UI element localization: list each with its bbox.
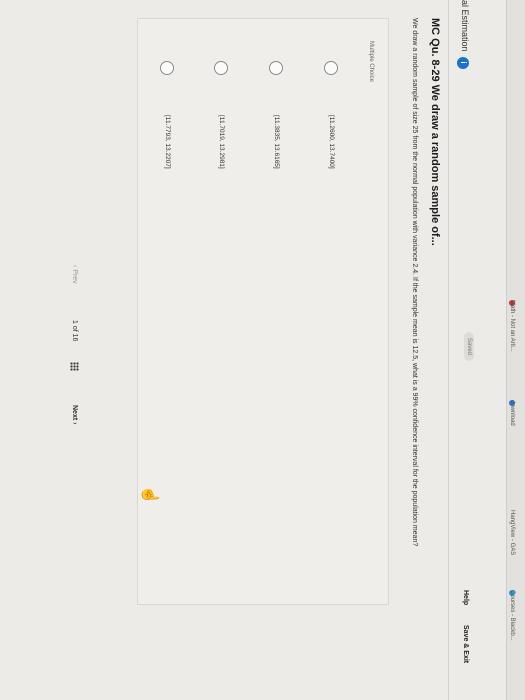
help-button[interactable]: Help xyxy=(462,590,469,605)
answer-option[interactable]: [11.2600, 13.7400] xyxy=(316,47,340,567)
answer-option[interactable]: [11.7019, 13.2981] xyxy=(206,47,230,567)
answer-option-label: [11.2600, 13.7400] xyxy=(328,115,335,169)
answer-option-label: [11.7019, 13.2981] xyxy=(218,115,225,169)
radio-button[interactable] xyxy=(214,61,228,75)
saved-status: Saved xyxy=(464,332,474,362)
assignment-header: al Estimationi Saved Help Save & Exit xyxy=(448,0,507,700)
page-indicator: 1 of 16 xyxy=(71,320,78,342)
hand-cursor-icon: ☝ xyxy=(141,485,158,505)
next-button[interactable]: Next › xyxy=(71,405,78,424)
question-type-label: Multiple Choice xyxy=(368,41,374,83)
info-icon[interactable]: i xyxy=(457,56,469,69)
question-pager: ‹ Prev 1 of 16 Next › xyxy=(65,265,81,525)
save-exit-button[interactable]: Save & Exit xyxy=(462,625,469,663)
grid-icon[interactable] xyxy=(70,362,79,371)
question-title: MC Qu. 8-29 We draw a random sample of..… xyxy=(429,18,441,246)
answer-option-label: [11.3835, 13.6165] xyxy=(273,115,280,169)
answer-panel: Multiple Choice [11.2600, 13.7400] [11.3… xyxy=(137,18,389,605)
quiz-screen: Math - Not an Arti... download HangView … xyxy=(0,0,525,700)
radio-button[interactable] xyxy=(160,61,174,75)
answer-option[interactable]: [11.3835, 13.6165] xyxy=(261,47,285,567)
question-text: We draw a random sample of size 25 from … xyxy=(411,18,418,547)
section-title: al Estimationi xyxy=(457,0,470,69)
radio-button[interactable] xyxy=(324,61,338,75)
answer-option-label: [11.7793, 13.2207] xyxy=(164,115,171,169)
bookmarks-bar: Math - Not an Arti... download HangView … xyxy=(506,0,525,700)
radio-button[interactable] xyxy=(269,61,283,75)
prev-button[interactable]: ‹ Prev xyxy=(71,265,78,284)
